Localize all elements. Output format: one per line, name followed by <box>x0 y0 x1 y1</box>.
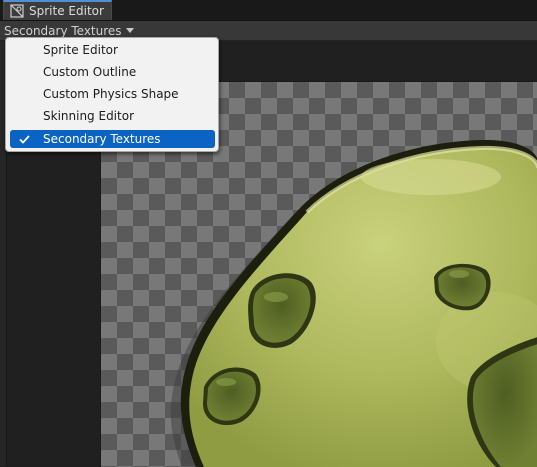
menu-item-custom-outline[interactable]: Custom Outline <box>10 63 215 81</box>
menu-item-label: Custom Physics Shape <box>43 87 179 101</box>
menu-item-label: Sprite Editor <box>43 43 118 57</box>
mode-dropdown-label: Secondary Textures <box>4 23 122 38</box>
mode-dropdown-menu: Sprite Editor Custom Outline Custom Phys… <box>5 37 219 152</box>
caret-down-icon <box>125 28 134 33</box>
menu-item-secondary-textures[interactable]: Secondary Textures <box>10 130 215 148</box>
tab-strip: Sprite Editor <box>0 0 537 21</box>
menu-item-label: Custom Outline <box>43 65 137 79</box>
menu-item-sprite-editor[interactable]: Sprite Editor <box>10 41 215 59</box>
sprite-editor-icon <box>10 4 24 18</box>
checkmark-icon <box>15 134 33 144</box>
tab-title: Sprite Editor <box>29 4 104 18</box>
tab-sprite-editor[interactable]: Sprite Editor <box>3 0 112 20</box>
menu-item-label: Secondary Textures <box>43 132 161 146</box>
menu-item-custom-physics-shape[interactable]: Custom Physics Shape <box>10 85 215 103</box>
menu-item-skinning-editor[interactable]: Skinning Editor <box>10 107 215 125</box>
menu-item-label: Skinning Editor <box>43 109 134 123</box>
